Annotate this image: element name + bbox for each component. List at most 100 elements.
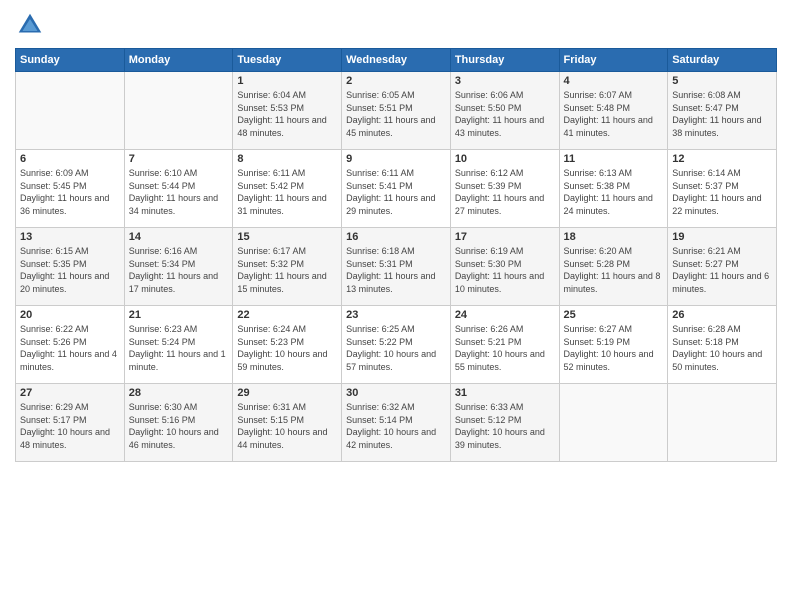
day-number: 17 (455, 231, 555, 243)
day-info: Sunrise: 6:22 AM Sunset: 5:26 PM Dayligh… (20, 323, 120, 373)
day-number: 20 (20, 309, 120, 321)
calendar-week-5: 27 Sunrise: 6:29 AM Sunset: 5:17 PM Dayli… (16, 384, 777, 462)
calendar-body: 1Sunrise: 6:04 AM Sunset: 5:53 PM Daylig… (16, 72, 777, 462)
calendar-cell: 7 Sunrise: 6:10 AM Sunset: 5:44 PM Daylig… (124, 150, 233, 228)
day-number: 19 (672, 231, 772, 243)
day-number: 11 (564, 153, 664, 165)
calendar-cell: 2 Sunrise: 6:05 AM Sunset: 5:51 PM Daylig… (342, 72, 451, 150)
weekday-header-saturday: Saturday (668, 49, 777, 72)
calendar-cell: 25 Sunrise: 6:27 AM Sunset: 5:19 PM Dayli… (559, 306, 668, 384)
calendar-cell: 28 Sunrise: 6:30 AM Sunset: 5:16 PM Dayli… (124, 384, 233, 462)
day-number: 7 (129, 153, 229, 165)
calendar-cell: 22 Sunrise: 6:24 AM Sunset: 5:23 PM Dayli… (233, 306, 342, 384)
calendar-cell: 10 Sunrise: 6:12 AM Sunset: 5:39 PM Dayli… (450, 150, 559, 228)
day-info: Sunrise: 6:11 AM Sunset: 5:41 PM Dayligh… (346, 167, 446, 217)
day-info: Sunrise: 6:23 AM Sunset: 5:24 PM Dayligh… (129, 323, 229, 373)
weekday-header-row: SundayMondayTuesdayWednesdayThursdayFrid… (16, 49, 777, 72)
calendar-cell: 18 Sunrise: 6:20 AM Sunset: 5:28 PM Dayli… (559, 228, 668, 306)
day-number: 14 (129, 231, 229, 243)
day-info: Sunrise: 6:19 AM Sunset: 5:30 PM Dayligh… (455, 245, 555, 295)
day-info: Sunrise: 6:04 AM Sunset: 5:53 PM Dayligh… (237, 89, 337, 139)
day-number: 5 (672, 75, 772, 87)
day-info: Sunrise: 6:29 AM Sunset: 5:17 PM Dayligh… (20, 401, 120, 451)
logo (15, 10, 49, 40)
calendar-cell: 3Sunrise: 6:06 AM Sunset: 5:50 PM Daylig… (450, 72, 559, 150)
calendar-cell: 20 Sunrise: 6:22 AM Sunset: 5:26 PM Dayli… (16, 306, 125, 384)
calendar-cell: 4 Sunrise: 6:07 AM Sunset: 5:48 PM Daylig… (559, 72, 668, 150)
calendar-cell: 27 Sunrise: 6:29 AM Sunset: 5:17 PM Dayli… (16, 384, 125, 462)
calendar-cell: 30Sunrise: 6:32 AM Sunset: 5:14 PM Dayli… (342, 384, 451, 462)
day-number: 4 (564, 75, 664, 87)
header (15, 10, 777, 40)
calendar-cell: 26 Sunrise: 6:28 AM Sunset: 5:18 PM Dayli… (668, 306, 777, 384)
calendar-cell (559, 384, 668, 462)
day-number: 9 (346, 153, 446, 165)
weekday-header-wednesday: Wednesday (342, 49, 451, 72)
calendar-cell: 16 Sunrise: 6:18 AM Sunset: 5:31 PM Dayli… (342, 228, 451, 306)
day-info: Sunrise: 6:33 AM Sunset: 5:12 PM Dayligh… (455, 401, 555, 451)
calendar-cell: 17 Sunrise: 6:19 AM Sunset: 5:30 PM Dayli… (450, 228, 559, 306)
calendar-week-1: 1Sunrise: 6:04 AM Sunset: 5:53 PM Daylig… (16, 72, 777, 150)
day-info: Sunrise: 6:14 AM Sunset: 5:37 PM Dayligh… (672, 167, 772, 217)
day-number: 24 (455, 309, 555, 321)
day-number: 12 (672, 153, 772, 165)
day-info: Sunrise: 6:16 AM Sunset: 5:34 PM Dayligh… (129, 245, 229, 295)
day-number: 21 (129, 309, 229, 321)
day-info: Sunrise: 6:30 AM Sunset: 5:16 PM Dayligh… (129, 401, 229, 451)
day-number: 23 (346, 309, 446, 321)
day-number: 3 (455, 75, 555, 87)
day-info: Sunrise: 6:27 AM Sunset: 5:19 PM Dayligh… (564, 323, 664, 373)
day-info: Sunrise: 6:12 AM Sunset: 5:39 PM Dayligh… (455, 167, 555, 217)
day-info: Sunrise: 6:13 AM Sunset: 5:38 PM Dayligh… (564, 167, 664, 217)
day-number: 27 (20, 387, 120, 399)
weekday-header-monday: Monday (124, 49, 233, 72)
calendar-cell: 5 Sunrise: 6:08 AM Sunset: 5:47 PM Daylig… (668, 72, 777, 150)
day-number: 16 (346, 231, 446, 243)
calendar-cell (124, 72, 233, 150)
calendar-cell: 31 Sunrise: 6:33 AM Sunset: 5:12 PM Dayli… (450, 384, 559, 462)
day-info: Sunrise: 6:07 AM Sunset: 5:48 PM Dayligh… (564, 89, 664, 139)
day-number: 26 (672, 309, 772, 321)
weekday-header-friday: Friday (559, 49, 668, 72)
day-info: Sunrise: 6:05 AM Sunset: 5:51 PM Dayligh… (346, 89, 446, 139)
calendar-cell: 6 Sunrise: 6:09 AM Sunset: 5:45 PM Daylig… (16, 150, 125, 228)
day-info: Sunrise: 6:10 AM Sunset: 5:44 PM Dayligh… (129, 167, 229, 217)
day-info: Sunrise: 6:11 AM Sunset: 5:42 PM Dayligh… (237, 167, 337, 217)
day-info: Sunrise: 6:15 AM Sunset: 5:35 PM Dayligh… (20, 245, 120, 295)
day-number: 15 (237, 231, 337, 243)
weekday-header-thursday: Thursday (450, 49, 559, 72)
day-number: 13 (20, 231, 120, 243)
weekday-header-sunday: Sunday (16, 49, 125, 72)
day-number: 25 (564, 309, 664, 321)
calendar-page: SundayMondayTuesdayWednesdayThursdayFrid… (0, 0, 792, 612)
day-number: 6 (20, 153, 120, 165)
calendar-week-2: 6 Sunrise: 6:09 AM Sunset: 5:45 PM Daylig… (16, 150, 777, 228)
calendar-cell: 8Sunrise: 6:11 AM Sunset: 5:42 PM Daylig… (233, 150, 342, 228)
day-info: Sunrise: 6:24 AM Sunset: 5:23 PM Dayligh… (237, 323, 337, 373)
day-number: 10 (455, 153, 555, 165)
day-number: 22 (237, 309, 337, 321)
calendar-cell (668, 384, 777, 462)
day-number: 28 (129, 387, 229, 399)
day-number: 2 (346, 75, 446, 87)
day-info: Sunrise: 6:20 AM Sunset: 5:28 PM Dayligh… (564, 245, 664, 295)
calendar-cell (16, 72, 125, 150)
day-number: 31 (455, 387, 555, 399)
calendar-cell: 12 Sunrise: 6:14 AM Sunset: 5:37 PM Dayli… (668, 150, 777, 228)
calendar-cell: 23 Sunrise: 6:25 AM Sunset: 5:22 PM Dayli… (342, 306, 451, 384)
day-number: 29 (237, 387, 337, 399)
logo-icon (15, 10, 45, 40)
calendar-header: SundayMondayTuesdayWednesdayThursdayFrid… (16, 49, 777, 72)
day-info: Sunrise: 6:28 AM Sunset: 5:18 PM Dayligh… (672, 323, 772, 373)
day-info: Sunrise: 6:18 AM Sunset: 5:31 PM Dayligh… (346, 245, 446, 295)
day-info: Sunrise: 6:09 AM Sunset: 5:45 PM Dayligh… (20, 167, 120, 217)
day-info: Sunrise: 6:08 AM Sunset: 5:47 PM Dayligh… (672, 89, 772, 139)
weekday-header-tuesday: Tuesday (233, 49, 342, 72)
day-info: Sunrise: 6:25 AM Sunset: 5:22 PM Dayligh… (346, 323, 446, 373)
day-info: Sunrise: 6:21 AM Sunset: 5:27 PM Dayligh… (672, 245, 772, 295)
calendar-cell: 29Sunrise: 6:31 AM Sunset: 5:15 PM Dayli… (233, 384, 342, 462)
calendar-cell: 9 Sunrise: 6:11 AM Sunset: 5:41 PM Daylig… (342, 150, 451, 228)
calendar-cell: 14 Sunrise: 6:16 AM Sunset: 5:34 PM Dayli… (124, 228, 233, 306)
calendar-cell: 21 Sunrise: 6:23 AM Sunset: 5:24 PM Dayli… (124, 306, 233, 384)
day-number: 18 (564, 231, 664, 243)
